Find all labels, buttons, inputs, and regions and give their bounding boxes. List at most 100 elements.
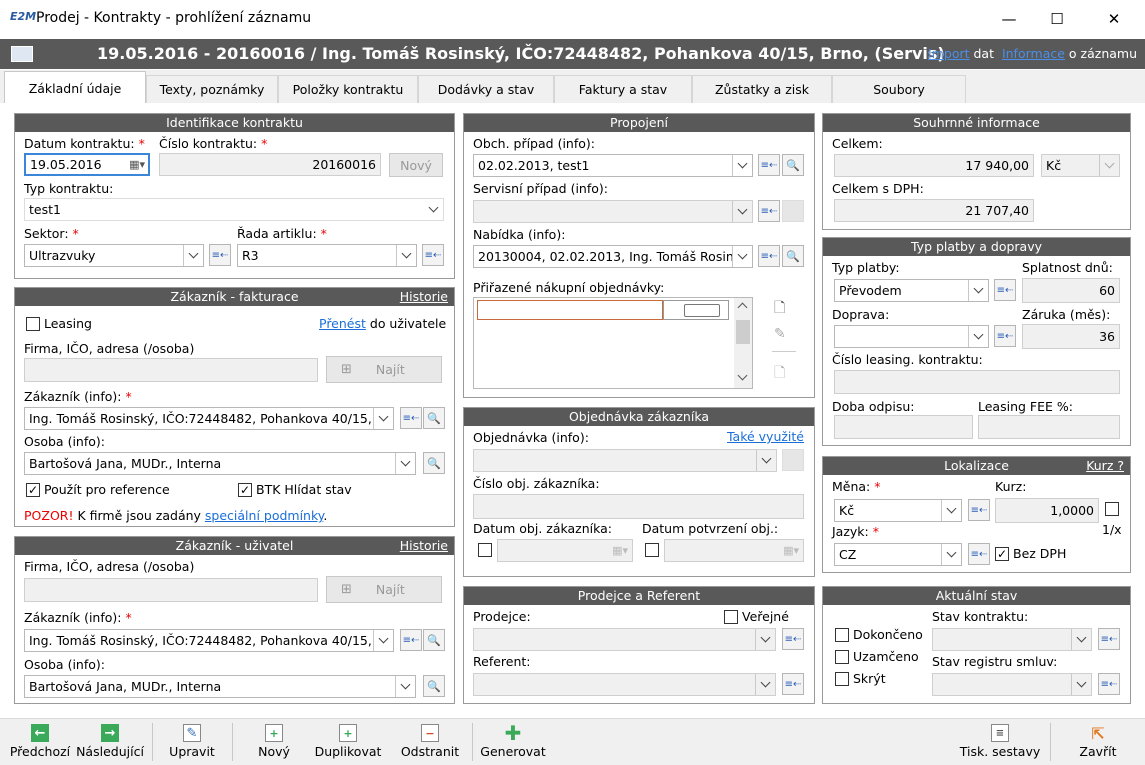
order-date-input[interactable]: ▦▾ xyxy=(497,539,633,562)
transport-select[interactable] xyxy=(834,325,989,348)
user-company-search-input[interactable] xyxy=(24,578,318,602)
chevron-down-icon[interactable] xyxy=(941,500,961,521)
offer-list-button[interactable]: ≡⇠ xyxy=(758,245,780,267)
company-search-input[interactable] xyxy=(24,358,318,382)
locked-checkbox[interactable] xyxy=(835,650,849,664)
business-case-list-button[interactable]: ≡⇠ xyxy=(758,154,780,176)
maximize-button[interactable]: ☐ xyxy=(1034,0,1080,38)
referent-list-button[interactable]: ≡⇠ xyxy=(782,673,804,695)
find-button[interactable]: ⊞ Najít xyxy=(326,356,442,383)
person-search-icon[interactable]: 🔍 xyxy=(423,452,445,474)
previous-button[interactable]: ← Předchozí xyxy=(4,721,76,763)
sector-select[interactable]: Ultrazvuky xyxy=(24,244,204,267)
user-customer-search-icon[interactable]: 🔍 xyxy=(423,629,445,651)
tab-files[interactable]: Soubory xyxy=(832,75,966,103)
user-find-button[interactable]: ⊞ Najít xyxy=(326,576,442,603)
tab-invoices[interactable]: Faktury a stav xyxy=(554,75,692,103)
generate-button[interactable]: ✚ Generovat xyxy=(476,721,550,763)
user-history-link[interactable]: Historie xyxy=(400,537,448,555)
chevron-down-icon[interactable] xyxy=(968,326,988,347)
customer-search-icon[interactable]: 🔍 xyxy=(423,407,445,429)
chevron-down-icon[interactable] xyxy=(1071,629,1091,650)
delete-button[interactable]: − Odstranit xyxy=(392,721,468,763)
chevron-down-icon[interactable] xyxy=(941,544,961,565)
customer-list-button[interactable]: ≡⇠ xyxy=(400,407,422,429)
customer-order-number-input[interactable] xyxy=(473,494,804,519)
registry-state-select[interactable] xyxy=(932,673,1092,696)
offer-select[interactable]: 20130004, 02.02.2013, Ing. Tomáš Rosin xyxy=(473,245,753,268)
transfer-link[interactable]: Přenést xyxy=(319,316,366,331)
order-select[interactable] xyxy=(473,449,777,472)
contract-state-list-button[interactable]: ≡⇠ xyxy=(1098,628,1120,650)
chevron-down-icon[interactable] xyxy=(755,674,775,695)
calendar-icon[interactable]: ▦▾ xyxy=(783,540,799,561)
done-checkbox[interactable] xyxy=(835,628,849,642)
language-list-button[interactable]: ≡⇠ xyxy=(968,543,990,565)
customer-select[interactable]: Ing. Tomáš Rosinský, IČO:72448482, Pohan… xyxy=(24,407,394,430)
order-date-checkbox[interactable] xyxy=(478,543,492,557)
tab-balances[interactable]: Zůstatky a zisk xyxy=(692,75,832,103)
new-number-button[interactable]: Nový xyxy=(389,153,443,177)
seller-select[interactable] xyxy=(473,628,776,651)
leasing-checkbox[interactable] xyxy=(26,317,40,331)
new-button[interactable]: + Nový xyxy=(240,721,308,763)
billing-history-link[interactable]: Historie xyxy=(400,288,448,306)
calendar-icon[interactable]: ▦▾ xyxy=(612,540,628,561)
confirm-date-checkbox[interactable] xyxy=(645,543,659,557)
rate-input[interactable]: 1,0000 xyxy=(995,498,1099,523)
chevron-down-icon[interactable] xyxy=(373,630,393,651)
btk-checkbox[interactable]: ✓ xyxy=(238,483,252,497)
chevron-down-icon[interactable] xyxy=(396,245,416,266)
duplicate-button[interactable]: + Duplikovat xyxy=(310,721,386,763)
edit-order-icon[interactable]: ✎ xyxy=(774,326,796,346)
sector-list-button[interactable]: ≡⇠ xyxy=(209,244,231,266)
hide-checkbox[interactable] xyxy=(835,672,849,686)
close-button[interactable]: ⇱ Zavřít xyxy=(1058,721,1138,763)
calendar-icon[interactable]: ▦▾ xyxy=(129,155,145,174)
user-customer-select[interactable]: Ing. Tomáš Rosinský, IČO:72448482, Pohan… xyxy=(24,629,394,652)
language-select[interactable]: CZ xyxy=(834,543,962,566)
chevron-down-icon[interactable] xyxy=(183,245,203,266)
chevron-down-icon[interactable] xyxy=(395,453,415,474)
currency-list-button[interactable]: ≡⇠ xyxy=(968,499,990,521)
chevron-down-icon[interactable] xyxy=(732,246,752,267)
leasing-contract-number-input[interactable] xyxy=(834,370,1120,394)
purchase-orders-list[interactable] xyxy=(473,297,753,389)
user-person-search-icon[interactable]: 🔍 xyxy=(423,675,445,697)
service-case-select[interactable] xyxy=(473,200,753,223)
transport-list-button[interactable]: ≡⇠ xyxy=(994,325,1016,347)
import-link[interactable]: Import xyxy=(928,46,970,61)
tab-contract-items[interactable]: Položky kontraktu xyxy=(278,75,418,103)
special-conditions-link[interactable]: speciální podmínky xyxy=(205,508,323,523)
public-checkbox[interactable] xyxy=(724,610,738,624)
purchase-order-cell[interactable] xyxy=(663,300,729,320)
registry-state-list-button[interactable]: ≡⇠ xyxy=(1098,673,1120,695)
service-case-list-button[interactable]: ≡⇠ xyxy=(758,200,780,222)
person-select[interactable]: Bartošová Jana, MUDr., Interna xyxy=(24,452,416,475)
scroll-down-icon[interactable] xyxy=(737,370,748,381)
series-list-button[interactable]: ≡⇠ xyxy=(422,244,444,266)
also-used-link[interactable]: Také využité xyxy=(727,429,804,444)
close-window-button[interactable]: ✕ xyxy=(1091,0,1137,38)
chevron-down-icon[interactable] xyxy=(968,280,988,301)
chevron-down-icon[interactable] xyxy=(755,629,775,650)
depreciation-input[interactable] xyxy=(834,415,973,439)
chevron-down-icon[interactable] xyxy=(1071,674,1091,695)
chevron-down-icon[interactable] xyxy=(423,199,443,220)
due-days-input[interactable]: 60 xyxy=(1022,278,1120,303)
warranty-input[interactable]: 36 xyxy=(1022,324,1120,349)
seller-list-button[interactable]: ≡⇠ xyxy=(782,628,804,650)
use-reference-checkbox[interactable]: ✓ xyxy=(26,483,40,497)
contract-state-select[interactable] xyxy=(932,628,1092,651)
business-case-select[interactable]: 02.02.2013, test1 xyxy=(473,154,753,177)
chevron-down-icon[interactable] xyxy=(1099,155,1119,176)
inverse-rate-checkbox[interactable] xyxy=(1105,502,1119,516)
remove-order-icon[interactable]: 🗋 xyxy=(774,362,796,382)
chevron-down-icon[interactable] xyxy=(756,450,776,471)
contract-number-input[interactable]: 20160016 xyxy=(159,153,381,176)
purchase-order-cell[interactable] xyxy=(477,300,663,320)
business-case-search-icon[interactable]: 🔍 xyxy=(782,154,804,176)
tab-deliveries[interactable]: Dodávky a stav xyxy=(418,75,554,103)
contract-type-select[interactable]: test1 xyxy=(24,198,444,221)
print-reports-button[interactable]: ≡ Tisk. sestavy xyxy=(956,721,1044,763)
